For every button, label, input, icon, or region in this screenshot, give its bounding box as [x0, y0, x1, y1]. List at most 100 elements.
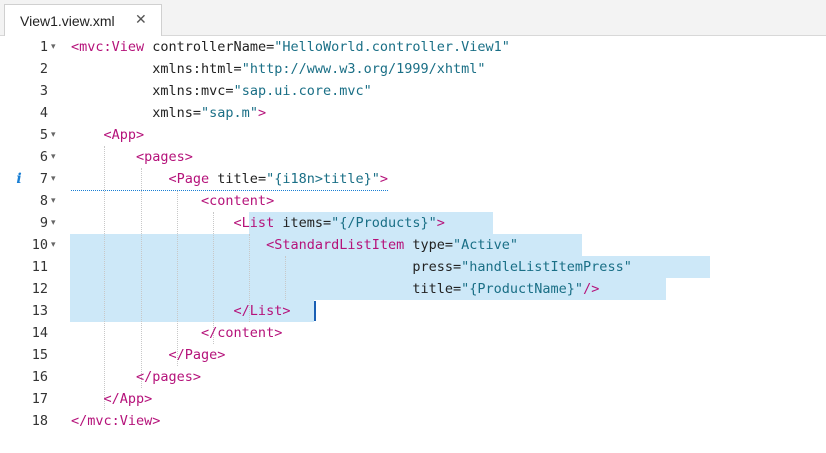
code-token: >	[257, 105, 267, 121]
code-token: "sap.ui.core.mvc"	[233, 83, 372, 99]
code-token: "sap.m"	[201, 105, 258, 121]
code-token: <pages>	[71, 149, 193, 165]
code-token: </Page>	[71, 347, 226, 363]
code-token: <App>	[71, 127, 145, 143]
line-number: 12	[31, 281, 48, 297]
code-text: press="handleListItemPress"	[71, 256, 632, 278]
code-line[interactable]: 4 xmlns="sap.m">	[0, 102, 826, 124]
line-number: 16	[31, 369, 48, 385]
line-number: 15	[31, 347, 48, 363]
fold-arrow-icon[interactable]: ▾	[51, 36, 56, 58]
code-text: </Page>	[71, 344, 226, 366]
code-text: </pages>	[71, 366, 201, 388]
code-token: >	[379, 171, 389, 187]
close-icon[interactable]: ✕	[135, 12, 147, 28]
code-line[interactable]: 10 ▾ <StandardListItem type="Active"	[0, 234, 826, 256]
code-token: <StandardListItem	[71, 237, 405, 253]
code-text: <App>	[71, 124, 145, 146]
fold-arrow-icon[interactable]: ▾	[51, 190, 56, 212]
code-token: type=	[404, 237, 454, 253]
code-token: "{ProductName}"	[461, 281, 584, 297]
code-token: "handleListItemPress"	[461, 259, 632, 275]
tab-view1-view-xml[interactable]: View1.view.xml ✕	[4, 4, 162, 36]
tab-label: View1.view.xml	[20, 12, 115, 29]
line-number: 17	[31, 391, 48, 407]
line-number: 9	[39, 215, 48, 231]
code-text: </mvc:View>	[71, 410, 160, 432]
code-line[interactable]: 1 ▾ <mvc:View controllerName="HelloWorld.c…	[0, 36, 826, 58]
code-text: <List items="{/Products}">	[71, 212, 445, 234]
fold-arrow-icon[interactable]: ▾	[51, 212, 56, 234]
fold-arrow-icon[interactable]: ▾	[51, 124, 56, 146]
line-number: 1	[39, 39, 48, 55]
code-text: </content>	[71, 322, 282, 344]
line-number: 14	[31, 325, 48, 341]
code-text: <content>	[71, 190, 274, 212]
code-line[interactable]: 3 xmlns:mvc="sap.ui.core.mvc"	[0, 80, 826, 102]
code-line[interactable]: 11 press="handleListItemPress"	[0, 256, 826, 278]
code-line[interactable]: 2 xmlns:html="http://www.w3.org/1999/xht…	[0, 58, 826, 80]
code-token: xmlns:html=	[71, 61, 242, 77]
code-token: xmlns:mvc=	[71, 83, 234, 99]
code-line[interactable]: i 7 ▾ <Page title="{i18n>title}">	[0, 168, 826, 191]
code-text: xmlns="sap.m">	[71, 102, 266, 124]
code-line[interactable]: 14 </content>	[0, 322, 826, 344]
code-line[interactable]: 17 </App>	[0, 388, 826, 410]
code-token: </pages>	[71, 369, 202, 385]
line-number: 4	[39, 105, 48, 121]
line-number: 11	[31, 259, 48, 275]
line-number: 10	[31, 237, 48, 253]
code-text: </App>	[71, 388, 153, 410]
code-line[interactable]: 9 ▾ <List items="{/Products}">	[0, 212, 826, 234]
code-line[interactable]: 5 ▾ <App>	[0, 124, 826, 146]
text-cursor	[314, 301, 316, 321]
code-token: <List	[71, 215, 275, 231]
fold-arrow-icon[interactable]: ▾	[51, 234, 56, 256]
code-token: </content>	[71, 325, 283, 341]
fold-arrow-icon[interactable]: ▾	[51, 168, 56, 190]
code-line[interactable]: 13 </List>	[0, 300, 826, 322]
code-text: xmlns:mvc="sap.ui.core.mvc"	[71, 80, 372, 102]
code-text: <pages>	[71, 146, 193, 168]
code-token: "{i18n>title}"	[266, 171, 380, 187]
tab-bar: View1.view.xml ✕	[0, 0, 826, 36]
code-token: <content>	[71, 193, 275, 209]
code-token: </App>	[71, 391, 153, 407]
code-line[interactable]: 8 ▾ <content>	[0, 190, 826, 212]
code-line[interactable]: 12 title="{ProductName}"/>	[0, 278, 826, 300]
code-token: "Active"	[453, 237, 519, 253]
line-number: 8	[39, 193, 48, 209]
code-token: />	[583, 281, 600, 297]
line-number: 7	[39, 171, 48, 187]
code-token: title=	[209, 171, 267, 187]
code-token: "HelloWorld.controller.View1"	[274, 39, 510, 55]
code-token: items=	[274, 215, 332, 231]
code-text: <Page title="{i18n>title}">	[71, 168, 389, 191]
code-token: "{/Products}"	[331, 215, 437, 231]
code-token: title=	[71, 281, 462, 297]
code-text: </List>	[71, 300, 291, 322]
code-line[interactable]: 15 </Page>	[0, 344, 826, 366]
code-token: <mvc:View	[71, 39, 145, 55]
code-token: >	[436, 215, 445, 231]
fold-arrow-icon[interactable]: ▾	[51, 146, 56, 168]
code-editor[interactable]: 1 ▾ <mvc:View controllerName="HelloWorld.c…	[0, 36, 826, 453]
line-number: 6	[39, 149, 48, 165]
line-number: 18	[31, 413, 48, 429]
code-text: xmlns:html="http://www.w3.org/1999/xhtml…	[71, 58, 486, 80]
code-text: <mvc:View controllerName="HelloWorld.con…	[71, 36, 510, 58]
code-line[interactable]: 16 </pages>	[0, 366, 826, 388]
code-token: </mvc:View>	[71, 413, 161, 429]
line-number: 5	[39, 127, 48, 143]
code-line[interactable]: 18 </mvc:View>	[0, 410, 826, 432]
line-number: 13	[31, 303, 48, 319]
code-token: press=	[71, 259, 462, 275]
line-number: 3	[39, 83, 48, 99]
code-text: <StandardListItem type="Active"	[71, 234, 518, 256]
code-token: </List>	[71, 303, 291, 319]
code-line[interactable]: 6 ▾ <pages>	[0, 146, 826, 168]
code-text: title="{ProductName}"/>	[71, 278, 599, 300]
line-number: 2	[39, 61, 48, 77]
code-token: "http://www.w3.org/1999/xhtml"	[241, 61, 486, 77]
code-token: <Page	[71, 171, 210, 187]
